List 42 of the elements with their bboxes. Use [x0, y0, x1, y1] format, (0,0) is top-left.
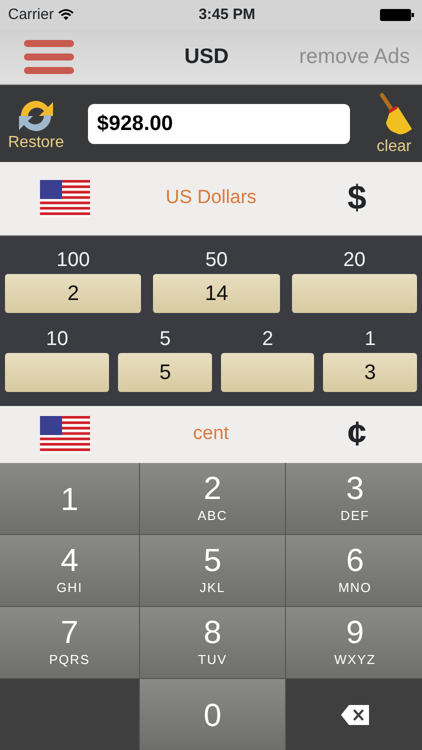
currency-symbol: ¢	[348, 414, 366, 455]
count-button[interactable]	[5, 353, 110, 392]
count-button[interactable]: 3	[323, 353, 417, 392]
denomination-label: 5	[160, 328, 171, 350]
denomination-label: 1	[364, 328, 376, 350]
flag-icon	[40, 416, 90, 454]
clear-button[interactable]: clear	[374, 92, 414, 154]
denomination-label: 20	[343, 249, 366, 271]
denomination-label: 2	[262, 328, 274, 350]
time-label: 3:45 PM	[198, 4, 256, 25]
keypad-key[interactable]: 5 JKL	[140, 535, 285, 606]
battery-icon	[380, 9, 414, 21]
keypad-key[interactable]: 2 ABC	[140, 463, 285, 534]
keypad-key[interactable]: 6 MNO	[286, 535, 422, 606]
count-button[interactable]: 14	[153, 274, 280, 313]
screen-title: USD	[184, 44, 229, 70]
keypad-key[interactable]: 1	[0, 463, 139, 534]
keypad-key[interactable]: 4 GHI	[0, 535, 139, 606]
backspace-key[interactable]	[286, 679, 422, 750]
backspace-icon	[340, 704, 370, 726]
denomination-label: 100	[56, 249, 90, 271]
wifi-icon	[58, 9, 74, 21]
count-button[interactable]	[292, 274, 417, 313]
count-button[interactable]: 5	[118, 353, 212, 392]
flag-icon	[40, 180, 90, 218]
amount-field[interactable]: $928.00	[88, 104, 350, 144]
keypad-key[interactable]: 3 DEF	[286, 463, 422, 534]
count-button[interactable]: 2	[5, 274, 142, 313]
count-button[interactable]	[221, 353, 314, 392]
remove-ads-button[interactable]: remove Ads	[299, 41, 410, 73]
restore-button[interactable]: Restore	[8, 96, 64, 150]
keypad-key[interactable]: 8 TUV	[140, 607, 285, 678]
keypad-key[interactable]: 0	[140, 679, 285, 750]
keypad-key[interactable]: 7 PQRS	[0, 607, 139, 678]
keypad-key[interactable]: 9 WXYZ	[286, 607, 422, 678]
denomination-label: 10	[46, 328, 68, 350]
currency-symbol: $	[348, 178, 366, 219]
currency-name: US Dollars	[166, 187, 256, 208]
denomination-label: 50	[205, 249, 228, 271]
currency-name: cent	[193, 423, 229, 444]
carrier-label: Carrier	[8, 4, 54, 25]
menu-button[interactable]	[24, 38, 74, 76]
